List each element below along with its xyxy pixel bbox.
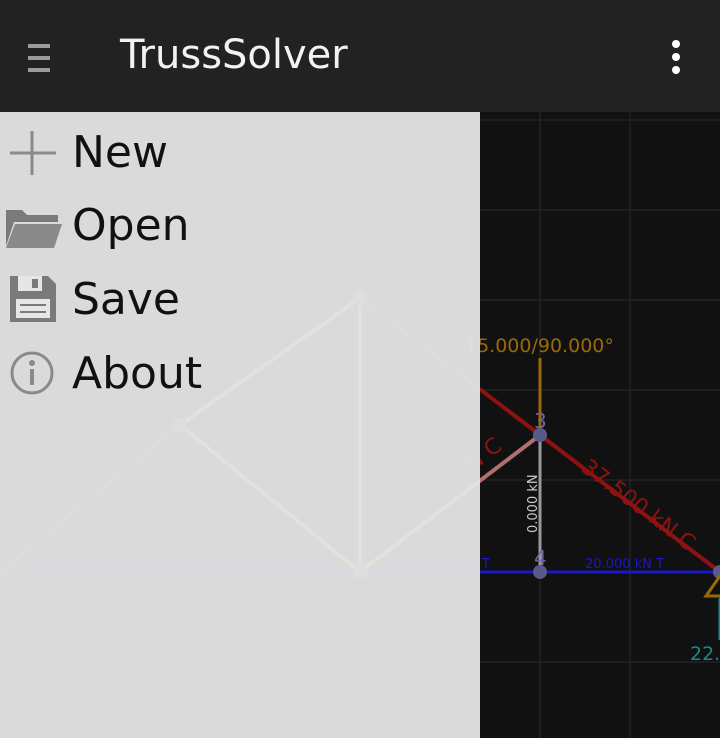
- menu-label-open: Open: [72, 200, 190, 251]
- menu-item-new[interactable]: New: [0, 117, 480, 187]
- folder-open-icon: [6, 210, 62, 248]
- menu-label-save: Save: [72, 274, 181, 325]
- app-bar: TrussSolver: [0, 0, 720, 112]
- hamburger-icon[interactable]: [28, 44, 50, 74]
- overflow-menu-icon[interactable]: [670, 40, 682, 74]
- reaction-label: 22.: [690, 643, 720, 665]
- plus-icon: [10, 131, 56, 175]
- node-label: 3: [534, 409, 547, 433]
- member-label: 0.000 kN: [526, 474, 541, 533]
- menu-item-save[interactable]: Save: [0, 264, 480, 334]
- menu-label-new: New: [72, 127, 168, 178]
- menu-item-open[interactable]: Open: [0, 190, 480, 260]
- load-label: 15.000/90.000°: [465, 335, 614, 357]
- member-label: 20.000 kN T: [585, 557, 664, 572]
- floppy-disk-icon: [10, 276, 56, 322]
- menu-item-about[interactable]: About: [0, 338, 480, 408]
- app-title: TrussSolver: [120, 32, 348, 78]
- member-label: T: [481, 557, 490, 572]
- info-icon: [10, 351, 54, 395]
- menu-label-about: About: [72, 348, 203, 399]
- navigation-drawer: New Open Save About: [0, 112, 480, 738]
- node-label: 4: [534, 546, 547, 570]
